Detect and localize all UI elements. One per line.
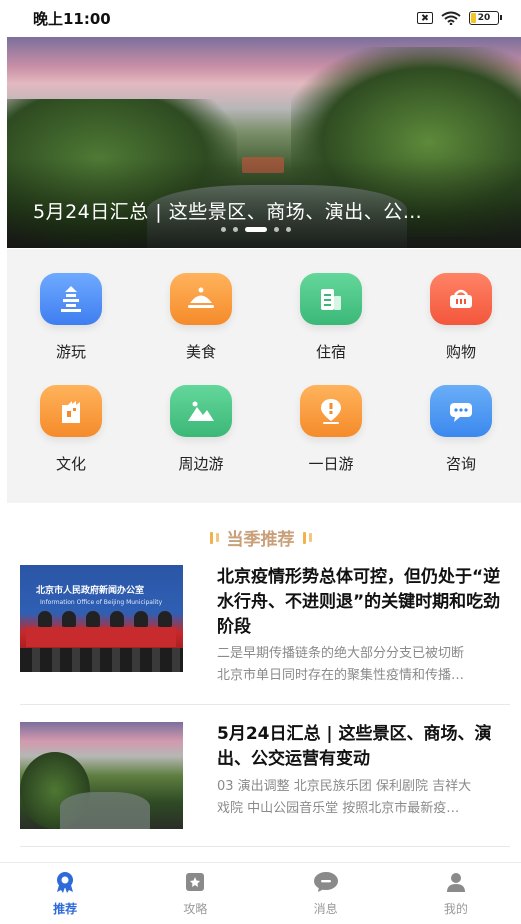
- carousel-dot: [274, 227, 279, 232]
- section-title: 当季推荐: [0, 525, 521, 550]
- article-summary: 二是早期传播链条的绝大部分分支已被切断 北京市单日同时存在的聚集性疫情和传播…: [217, 643, 509, 687]
- no-sim-icon: [417, 12, 433, 24]
- summary-line: 03 演出调整 北京民族乐团 保利剧院 吉祥大: [217, 779, 472, 794]
- pagoda-icon: [40, 273, 102, 325]
- category-label: 游玩: [55, 343, 86, 361]
- mountain-picture-icon: [170, 385, 232, 437]
- category-label: 文化: [55, 455, 86, 473]
- category-stay[interactable]: 住宿: [286, 273, 376, 362]
- category-consult[interactable]: 咨询: [416, 385, 506, 474]
- guide-book-icon: [186, 873, 205, 891]
- tab-label: 推荐: [53, 902, 78, 916]
- article-headline[interactable]: 5月24日汇总 | 这些景区、商场、演出、公交运营有变动: [217, 722, 509, 772]
- bottom-tab-bar: 推荐 攻略 消息 我的: [0, 862, 521, 924]
- section-title-text: 当季推荐: [226, 530, 295, 550]
- category-nearby[interactable]: 周边游: [156, 385, 246, 474]
- article-card[interactable]: 5月24日汇总 | 这些景区、商场、演出、公交运营有变动 03 演出调整 北京民…: [20, 722, 510, 842]
- thumb-title: 北京市人民政府新闻办公室: [36, 586, 145, 596]
- banner-carousel[interactable]: 5月24日汇总 | 这些景区、商场、演出、公…: [7, 37, 521, 248]
- shopping-basket-icon: [430, 273, 492, 325]
- castle-icon: [40, 385, 102, 437]
- recommend-badge-icon: [57, 872, 74, 893]
- article-thumbnail: 北京市人民政府新闻办公室 Information Office of Beiji…: [20, 565, 183, 672]
- article-thumbnail: [20, 722, 183, 829]
- category-label: 周边游: [178, 455, 224, 473]
- category-label: 购物: [445, 343, 476, 361]
- divider: [20, 704, 510, 705]
- decor-bars-icon: [209, 531, 219, 544]
- summary-line: 戏院 中山公园音乐堂 按照北京市最新疫…: [217, 801, 460, 816]
- article-card[interactable]: 北京市人民政府新闻办公室 Information Office of Beiji…: [20, 565, 510, 685]
- tab-label: 攻略: [183, 902, 208, 916]
- tab-label: 我的: [443, 902, 468, 916]
- carousel-indicator: [221, 227, 291, 232]
- status-bar: 晚上11:00 20: [0, 0, 521, 36]
- category-label: 住宿: [315, 343, 346, 361]
- carousel-dot: [286, 227, 291, 232]
- divider: [20, 846, 510, 847]
- location-pin-icon: [300, 385, 362, 437]
- category-label: 咨询: [445, 455, 476, 473]
- status-time: 晚上11:00: [33, 9, 111, 28]
- summary-line: 北京市单日同时存在的聚集性疫情和传播…: [217, 668, 465, 683]
- category-grid: 游玩 美食 住宿 购物 文化 周边游 一日游 咨询: [7, 249, 521, 503]
- category-food[interactable]: 美食: [156, 273, 246, 362]
- carousel-dot-active: [245, 227, 267, 232]
- food-cloche-icon: [170, 273, 232, 325]
- tab-label: 消息: [313, 902, 338, 916]
- article-headline[interactable]: 北京疫情形势总体可控，但仍处于“逆水行舟、不进则退”的关键时期和吃劲阶段: [217, 565, 509, 640]
- category-day-trip[interactable]: 一日游: [286, 385, 376, 474]
- carousel-dot: [233, 227, 238, 232]
- chat-bubble-icon: [430, 385, 492, 437]
- carousel-dot: [221, 227, 226, 232]
- category-label: 一日游: [308, 455, 354, 473]
- category-shopping[interactable]: 购物: [416, 273, 506, 362]
- category-label: 美食: [185, 343, 216, 361]
- tab-guide[interactable]: 攻略: [130, 863, 260, 924]
- tab-messages[interactable]: 消息: [261, 863, 391, 924]
- tab-profile[interactable]: 我的: [391, 863, 521, 924]
- hotel-building-icon: [300, 273, 362, 325]
- banner-title[interactable]: 5月24日汇总 | 这些景区、商场、演出、公…: [33, 197, 503, 224]
- user-profile-icon: [446, 873, 465, 892]
- article-summary: 03 演出调整 北京民族乐团 保利剧院 吉祥大 戏院 中山公园音乐堂 按照北京市…: [217, 776, 509, 820]
- tab-recommend[interactable]: 推荐: [0, 863, 130, 924]
- thumb-subtitle: Information Office of Beijing Municipali…: [40, 599, 163, 606]
- battery-level: 20: [477, 13, 491, 23]
- decor-bars-icon: [302, 531, 312, 544]
- category-culture[interactable]: 文化: [26, 385, 116, 474]
- status-icons: 20: [417, 11, 502, 25]
- battery-icon: 20: [469, 11, 502, 25]
- category-play[interactable]: 游玩: [26, 273, 116, 362]
- message-bubble-icon: [313, 872, 338, 892]
- wifi-icon: [441, 11, 461, 25]
- summary-line: 二是早期传播链条的绝大部分分支已被切断: [217, 646, 465, 661]
